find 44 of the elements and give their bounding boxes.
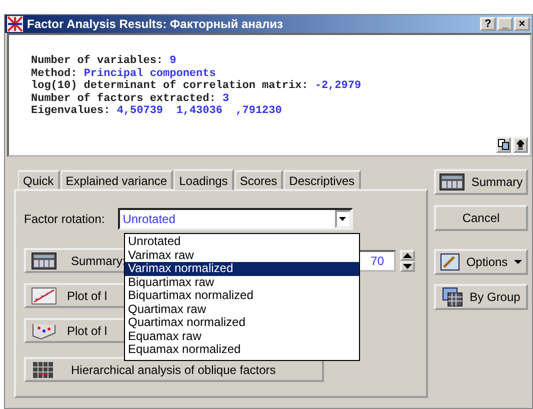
tab[interactable]: Loadings (174, 169, 234, 190)
spin-down-button[interactable] (400, 260, 415, 272)
tab[interactable]: Quick (18, 170, 60, 189)
grid-icon (442, 287, 464, 307)
output-line: Method: Principal components (31, 68, 217, 80)
side-button[interactable]: Options (434, 249, 528, 275)
dropdown-option[interactable]: Equamax raw (125, 330, 359, 343)
line-plot-icon (31, 286, 57, 304)
up-arrow-icon (402, 252, 413, 258)
output-line: Number of variables: 9 (31, 55, 178, 68)
table-icon (31, 252, 57, 270)
help-button[interactable]: ? (480, 17, 496, 31)
spin-up-button[interactable] (400, 250, 415, 260)
dropdown-option[interactable]: Quartimax raw (125, 302, 359, 316)
dropdown-option[interactable]: Biquartimax raw (125, 276, 359, 289)
minimize-button[interactable]: _ (497, 17, 513, 31)
close-button[interactable]: × (514, 17, 530, 31)
dropdown-option[interactable]: Unrotated (125, 235, 359, 248)
dropdown-option[interactable]: Varimax normalized (125, 262, 359, 276)
window-title: Factor Analysis Results: Факторный анализ (27, 17, 284, 31)
app-icon (7, 16, 23, 32)
tab[interactable]: Descriptives (284, 170, 361, 189)
cancel-button[interactable]: Cancel (434, 205, 528, 231)
number-field[interactable]: 70 (358, 250, 396, 272)
dropdown-option[interactable]: Equamax normalized (125, 343, 359, 356)
rotation-dropdown[interactable]: Unrotated (118, 208, 353, 230)
table-icon (439, 173, 466, 191)
side-button[interactable]: By Group (434, 284, 528, 310)
dropdown-option[interactable]: Biquartimax normalized (125, 289, 359, 302)
side-button[interactable]: Summary (434, 169, 528, 195)
scatter-plot-icon (31, 322, 57, 340)
dropdown-option[interactable]: Quartimax normalized (125, 316, 359, 330)
field-label: Factor rotation: (24, 212, 105, 226)
copy-button[interactable] (496, 137, 511, 153)
copy-icon (498, 139, 509, 150)
caret-icon (514, 260, 522, 264)
output-line: Number of factors extracted: 3 (31, 92, 230, 105)
dropdown-option[interactable]: Varimax raw (125, 248, 359, 262)
tab[interactable]: Scores (234, 170, 284, 189)
output-line: log(10) determinant of correlation matrix: -2,2979 (31, 80, 362, 92)
tab[interactable]: Explained variance (60, 170, 174, 189)
output-line: Eigenvalues: 4,50739 1,43036 ,791230 (31, 105, 283, 118)
down-arrow-icon (402, 262, 413, 270)
caret-icon (339, 217, 346, 221)
